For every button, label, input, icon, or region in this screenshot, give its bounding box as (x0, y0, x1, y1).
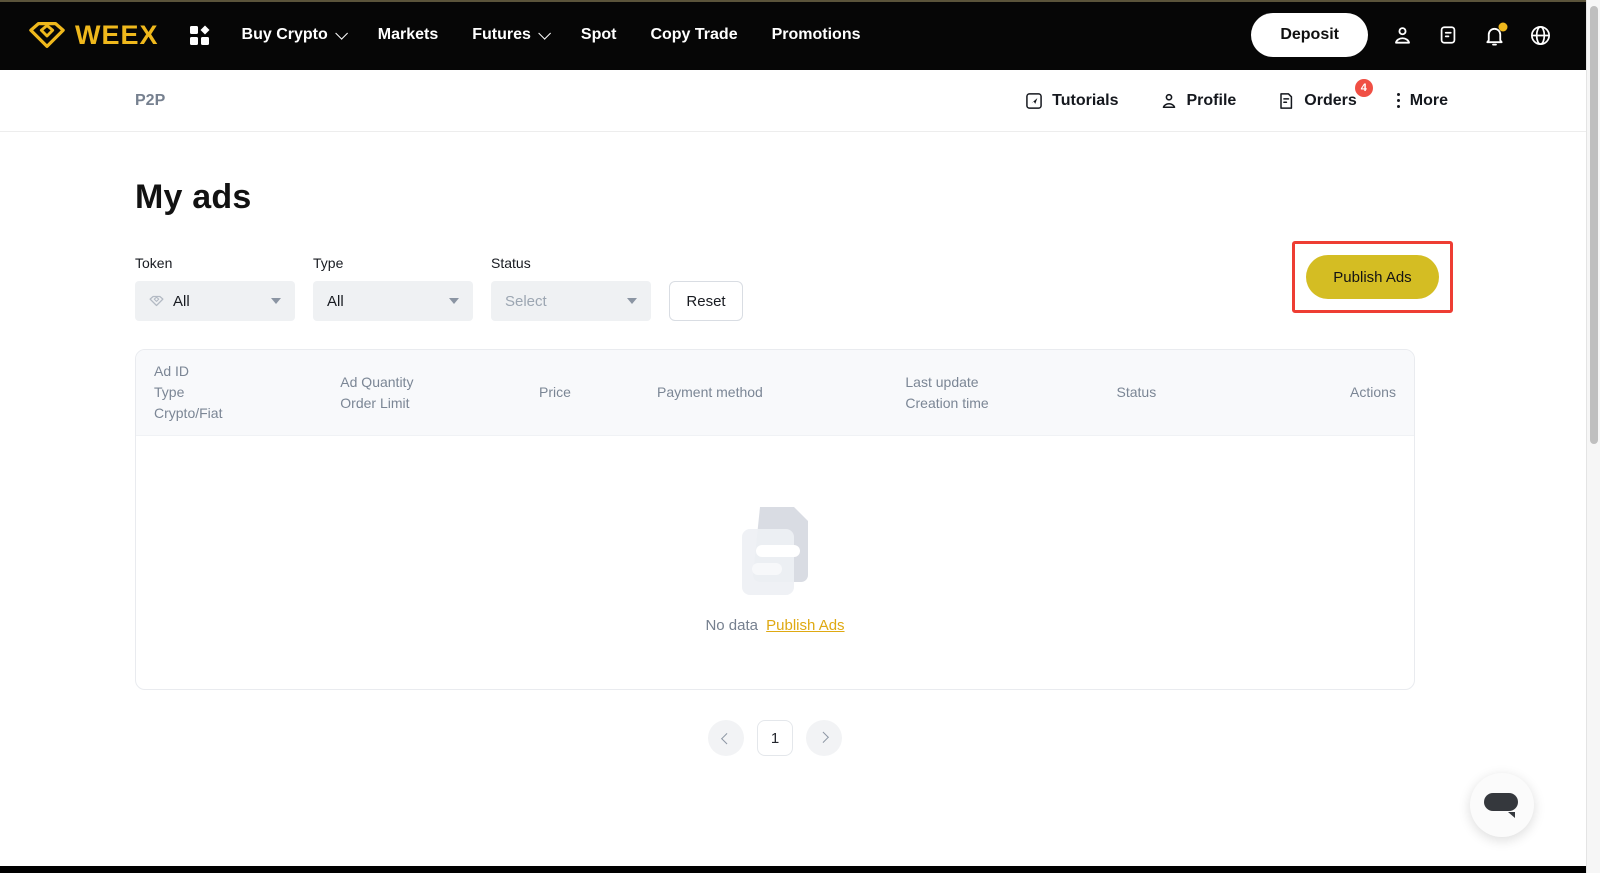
pagination: 1 (135, 720, 1415, 756)
weex-logo[interactable]: WEEX (28, 20, 159, 51)
menu-promotions[interactable]: Promotions (772, 26, 861, 44)
menu-copy-trade-label: Copy Trade (650, 26, 738, 43)
token-filter-label: Token (135, 255, 173, 271)
orders-label: Orders (1304, 91, 1357, 109)
chevron-down-icon (538, 26, 551, 40)
subheader-actions: Tutorials Profile Orders 4 More (1024, 78, 1448, 111)
chevron-down-icon (335, 26, 348, 40)
publish-ads-highlight-box: Publish Ads (1292, 241, 1453, 313)
menu-futures[interactable]: Futures (472, 26, 551, 44)
p2p-breadcrumb[interactable]: P2P (135, 92, 165, 110)
column-actions: Actions (1350, 384, 1396, 400)
notification-dot (1498, 22, 1508, 32)
deposit-button[interactable]: Deposit (1251, 13, 1368, 57)
notifications-bell-icon[interactable] (1482, 22, 1508, 47)
type-select[interactable]: All (313, 281, 473, 321)
token-filter: Token All (135, 255, 295, 321)
dropdown-arrow-icon (627, 298, 637, 304)
orders-count-badge: 4 (1354, 78, 1373, 97)
chevron-right-icon (817, 731, 829, 743)
status-select[interactable]: Select (491, 281, 651, 321)
apps-grid-icon[interactable] (189, 25, 210, 46)
orders-document-icon (1280, 92, 1293, 109)
column-status: Status (1116, 384, 1157, 400)
scrollbar-thumb[interactable] (1590, 6, 1598, 444)
menu-spot-label: Spot (580, 26, 617, 43)
next-page-button[interactable] (806, 720, 842, 756)
main-content: My ads Token All Type All Status Select … (135, 132, 1453, 756)
profile-person-icon (1162, 93, 1175, 108)
p2p-subheader: P2P Tutorials Profile Orders 4 More (0, 70, 1586, 132)
table-header-row: Ad ID Type Crypto/Fiat Ad Quantity Order… (136, 350, 1414, 436)
brand-name: WEEX (75, 19, 159, 50)
token-select-value: All (173, 292, 190, 310)
window-bottom-edge (0, 866, 1586, 873)
main-menu: Buy Crypto Markets Futures Spot Copy Tra… (242, 26, 861, 44)
reset-button[interactable]: Reset (669, 281, 743, 321)
topbar-right-group: Deposit (1251, 13, 1552, 57)
live-chat-button[interactable] (1470, 773, 1534, 837)
user-icon[interactable] (1390, 23, 1414, 47)
menu-promotions-label: Promotions (771, 26, 861, 43)
type-filter: Type All (313, 255, 473, 321)
vertical-scrollbar[interactable] (1586, 0, 1600, 873)
status-filter-label: Status (491, 255, 531, 271)
empty-caption: No data Publish Ads (705, 617, 844, 634)
chat-bubble-icon (1484, 793, 1518, 818)
menu-spot[interactable]: Spot (581, 26, 617, 44)
my-ads-table: Ad ID Type Crypto/Fiat Ad Quantity Order… (135, 349, 1415, 690)
menu-copy-trade[interactable]: Copy Trade (650, 26, 737, 44)
orders-link[interactable]: Orders 4 (1276, 78, 1373, 111)
more-label: More (1409, 91, 1448, 109)
previous-page-button[interactable] (708, 720, 744, 756)
top-navbar: WEEX Buy Crypto Markets Futures Spot Cop… (0, 0, 1586, 70)
column-ad-id-type-crypto-fiat: Ad ID Type Crypto/Fiat (154, 363, 223, 421)
more-dots-icon (1396, 93, 1400, 108)
dropdown-arrow-icon (449, 298, 459, 304)
no-data-documents-icon (742, 506, 808, 595)
menu-futures-label: Futures (472, 26, 531, 43)
weex-diamond-icon (29, 21, 65, 49)
status-select-placeholder: Select (505, 292, 547, 310)
weex-p2p-my-ads-page: WEEX Buy Crypto Markets Futures Spot Cop… (0, 0, 1600, 873)
column-last-update-creation-time: Last update Creation time (905, 373, 989, 411)
page-title: My ads (135, 178, 252, 216)
token-coin-icon (149, 295, 164, 307)
tutorials-book-icon (1026, 92, 1042, 109)
page-number[interactable]: 1 (757, 720, 793, 756)
column-ad-quantity-order-limit: Ad Quantity Order Limit (340, 373, 414, 411)
column-payment-method: Payment method (657, 384, 763, 400)
globe-language-icon[interactable] (1528, 23, 1552, 47)
profile-link[interactable]: Profile (1159, 91, 1237, 111)
filters-row: Token All Type All Status Select Reset P… (135, 241, 1453, 321)
empty-state: No data Publish Ads (136, 436, 1414, 689)
menu-markets-label: Markets (377, 26, 439, 43)
tutorials-label: Tutorials (1052, 91, 1119, 109)
dropdown-arrow-icon (271, 298, 281, 304)
type-select-value: All (327, 292, 344, 310)
support-chat-icon[interactable] (1436, 23, 1460, 47)
token-select[interactable]: All (135, 281, 295, 321)
no-data-text: No data (705, 616, 758, 634)
publish-ads-button[interactable]: Publish Ads (1306, 255, 1439, 299)
profile-label: Profile (1186, 91, 1237, 109)
column-price: Price (539, 384, 571, 400)
status-filter: Status Select (491, 255, 651, 321)
menu-buy-crypto-label: Buy Crypto (241, 26, 328, 43)
chevron-left-icon (721, 733, 733, 745)
menu-buy-crypto[interactable]: Buy Crypto (241, 26, 348, 44)
type-filter-label: Type (313, 255, 344, 271)
tutorials-link[interactable]: Tutorials (1024, 91, 1119, 111)
menu-markets[interactable]: Markets (378, 26, 438, 44)
publish-ads-link[interactable]: Publish Ads (766, 617, 844, 634)
more-menu[interactable]: More (1396, 91, 1448, 110)
